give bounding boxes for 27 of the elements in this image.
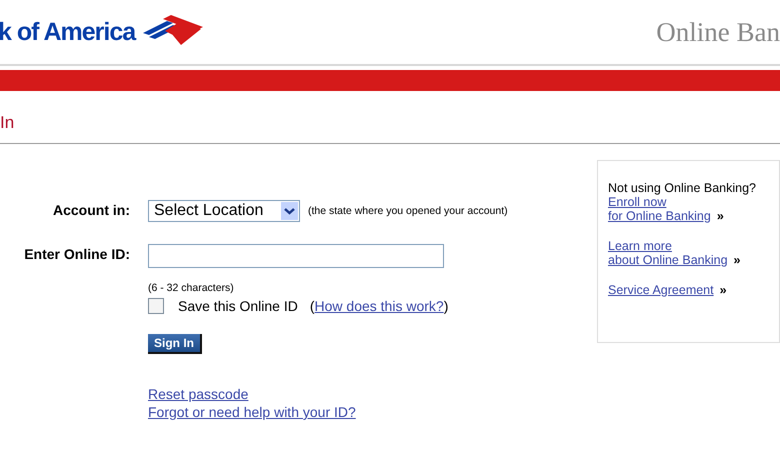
arrow-glyph: » — [734, 253, 740, 267]
checkbox[interactable] — [148, 298, 164, 314]
section-title: In — [0, 113, 14, 132]
sidebar-link[interactable]: Learn more — [608, 239, 672, 253]
location-select[interactable]: Select Location — [148, 200, 300, 222]
sidebar-link[interactable]: about Online Banking — [608, 253, 728, 267]
hint-text: (6 - 32 characters) — [148, 282, 234, 294]
hint-text: (the state where you opened your account) — [308, 205, 508, 217]
caret-icon — [281, 202, 298, 220]
help-link[interactable]: Reset passcode — [148, 386, 508, 402]
logo-text: k of America — [0, 18, 136, 46]
help-link[interactable]: Forgot or need help with your ID? — [148, 404, 508, 420]
arrow-glyph: » — [720, 283, 727, 297]
field-label: Account in: — [52, 201, 130, 220]
help-link[interactable]: How does this work? — [314, 298, 444, 314]
sidebar-link[interactable]: Service Agreement — [608, 283, 714, 297]
sidebar-link[interactable]: for Online Banking — [608, 209, 711, 223]
parenthesis: ( — [310, 298, 315, 314]
checkbox-label: Save this Online ID — [178, 298, 298, 314]
sidebar-link[interactable]: Enroll now — [608, 195, 666, 209]
arrow-glyph: » — [716, 209, 724, 223]
online-id-field[interactable] — [148, 244, 444, 268]
field-label: Enter Online ID: — [23, 245, 130, 264]
sidebar-heading: Not using Online Banking? — [608, 181, 758, 195]
page-heading: Online Ban — [656, 16, 780, 48]
parenthesis: ) — [444, 298, 448, 314]
sign-in-button[interactable]: Sign In — [148, 334, 202, 354]
